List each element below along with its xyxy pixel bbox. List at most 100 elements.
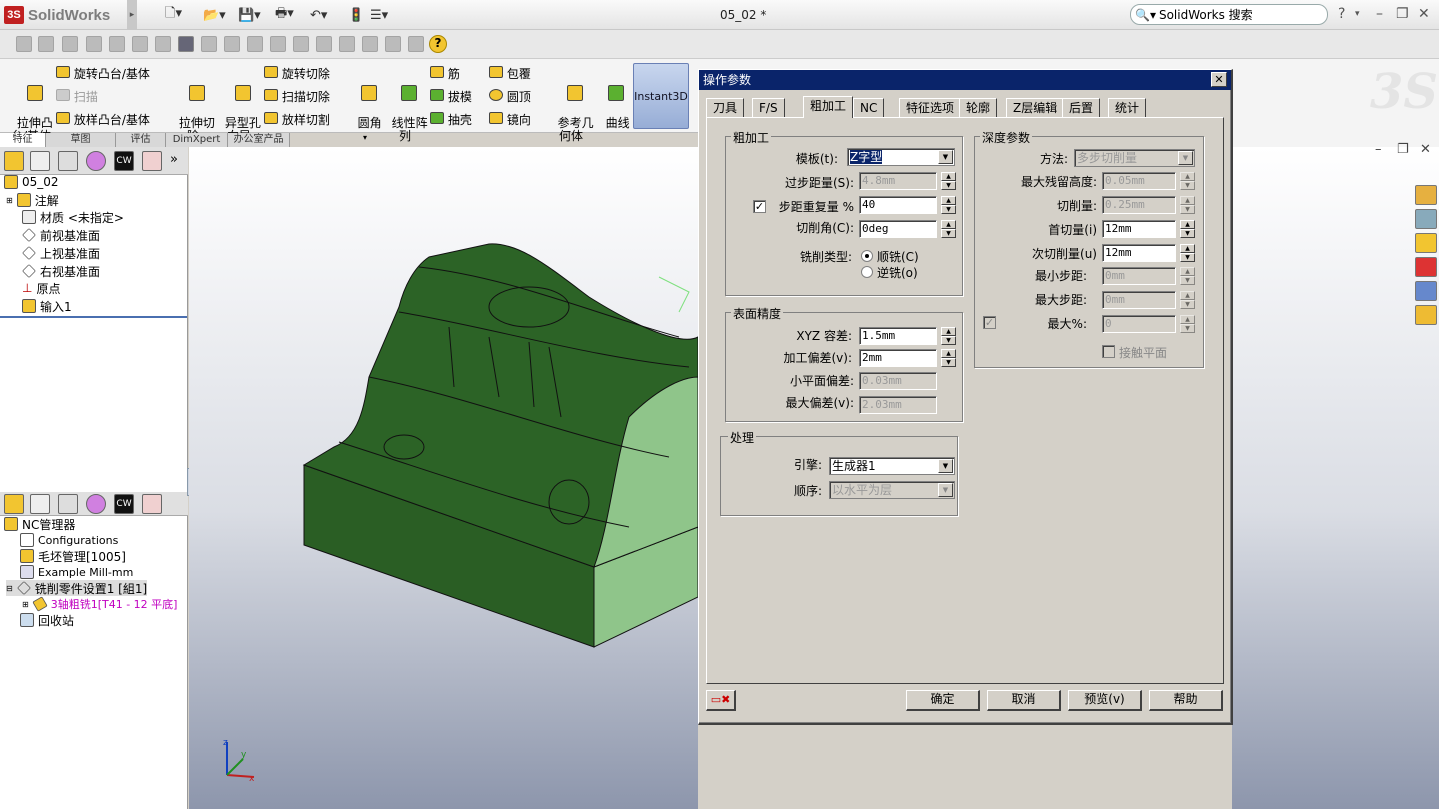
- nc-item-configurations[interactable]: Configurations: [20, 532, 118, 548]
- max-deviation-input[interactable]: 2.03mm: [859, 396, 937, 414]
- close-window-button[interactable]: ✕: [1418, 6, 1430, 22]
- xyz-tolerance-input[interactable]: 1.5mm: [859, 327, 937, 345]
- toolbar-tool-icon[interactable]: [178, 36, 194, 52]
- shell-button[interactable]: 抽壳: [430, 112, 472, 127]
- cut-amount-spinner[interactable]: ▲ ▼: [1180, 196, 1195, 214]
- toolbar-tool-icon[interactable]: [62, 36, 78, 52]
- sweep-button[interactable]: 扫描: [56, 89, 98, 104]
- reset-defaults-icon[interactable]: ▭✖: [706, 690, 736, 711]
- search-box[interactable]: 🔍▾ SolidWorks 搜索: [1130, 4, 1328, 25]
- nc-item-mill-part-setup[interactable]: ⊟ 铣削零件设置1 [組1]: [6, 580, 148, 596]
- design-library-icon[interactable]: [1415, 209, 1437, 229]
- minimize-window-button[interactable]: –: [1376, 6, 1383, 22]
- open-folder-icon[interactable]: 📂▾: [203, 5, 226, 25]
- tab-office-products[interactable]: 办公室产品: [228, 133, 290, 147]
- dialog-close-button[interactable]: ✕: [1211, 72, 1227, 87]
- new-document-icon[interactable]: 🗋▾: [165, 5, 182, 25]
- contact-plane-checkbox[interactable]: [1102, 345, 1115, 358]
- cut-amount-input[interactable]: 0.25mm: [1102, 196, 1176, 214]
- more-tabs-icon[interactable]: »: [170, 152, 178, 167]
- toolbar-tool-icon[interactable]: [293, 36, 309, 52]
- tree-item-import[interactable]: 输入1: [22, 298, 72, 314]
- tab-dimxpert[interactable]: DimXpert: [166, 133, 228, 147]
- nc-item-machine[interactable]: Example Mill-mm: [20, 564, 133, 580]
- loft-cut-button[interactable]: 放样切割: [264, 112, 330, 127]
- first-cut-input[interactable]: 12mm: [1102, 220, 1176, 238]
- revolve-boss-button[interactable]: 旋转凸台/基体: [56, 66, 150, 81]
- max-percent-input[interactable]: 0: [1102, 315, 1176, 333]
- graphics-viewport[interactable]: z x y: [189, 147, 698, 809]
- toolbar-tool-icon[interactable]: [339, 36, 355, 52]
- nc-item-stock[interactable]: 毛坯管理[1005]: [20, 548, 126, 564]
- sweep-cut-button[interactable]: 扫描切除: [264, 89, 330, 104]
- scallop-spinner[interactable]: ▲ ▼: [1180, 172, 1195, 190]
- graphics-viewport-right[interactable]: [1232, 147, 1439, 809]
- engine-select[interactable]: 生成器1 ▼: [829, 457, 955, 475]
- cam-tab-icon[interactable]: [142, 151, 162, 171]
- toolbar-tool-icon[interactable]: [109, 36, 125, 52]
- dome-button[interactable]: 圆顶: [489, 89, 531, 104]
- tree-item-front-plane[interactable]: 前视基准面: [22, 227, 100, 243]
- tab-profile[interactable]: 轮廓: [959, 98, 998, 117]
- toolbar-tool-icon[interactable]: [38, 36, 54, 52]
- toolbar-tool-icon[interactable]: [362, 36, 378, 52]
- cut-angle-spinner[interactable]: ▲ ▼: [941, 220, 956, 238]
- tree-item-top-plane[interactable]: 上视基准面: [22, 245, 100, 261]
- menu-expand-arrow-icon[interactable]: ▸: [127, 0, 137, 30]
- max-step-input[interactable]: 0mm: [1102, 291, 1176, 309]
- wrap-button[interactable]: 包覆: [489, 66, 531, 81]
- toolbar-tool-icon[interactable]: [270, 36, 286, 52]
- toolbar-tool-icon[interactable]: [132, 36, 148, 52]
- undo-icon[interactable]: ↶▾: [310, 5, 327, 25]
- toolbar-tool-icon[interactable]: [155, 36, 171, 52]
- cancel-button[interactable]: 取消: [987, 690, 1061, 711]
- revolve-cut-button[interactable]: 旋转切除: [264, 66, 330, 81]
- max-percent-spinner[interactable]: ▲ ▼: [1180, 315, 1195, 333]
- stepover-spinner[interactable]: ▲ ▼: [941, 172, 956, 190]
- toolbar-tool-icon[interactable]: [408, 36, 424, 52]
- tab-post[interactable]: 后置: [1062, 98, 1101, 117]
- help-question-icon[interactable]: ?: [429, 35, 447, 53]
- tab-statistics[interactable]: 统计: [1108, 98, 1147, 117]
- tab-feed-speed[interactable]: F/S: [752, 98, 785, 117]
- ok-button[interactable]: 确定: [906, 690, 980, 711]
- loft-boss-button[interactable]: 放样凸台/基体: [56, 112, 150, 127]
- mirror-button[interactable]: 镜向: [489, 112, 531, 127]
- help-button[interactable]: 帮助: [1149, 690, 1223, 711]
- camworks-tab-icon[interactable]: CW: [114, 151, 134, 171]
- tab-evaluate[interactable]: 评估: [116, 133, 166, 147]
- reference-geometry-button[interactable]: 参考几 何体: [550, 72, 594, 143]
- tree-item-right-plane[interactable]: 右视基准面: [22, 263, 100, 279]
- toolbar-tool-icon[interactable]: [316, 36, 332, 52]
- toolbar-tool-icon[interactable]: [16, 36, 32, 52]
- file-explorer-icon[interactable]: [1415, 233, 1437, 253]
- rebuild-traffic-light-icon[interactable]: 🚦: [348, 5, 364, 25]
- tab-sketch[interactable]: 草图: [46, 133, 116, 147]
- tree-item-material[interactable]: 材质 <未指定>: [22, 209, 124, 225]
- viewport-minimize-button[interactable]: –: [1375, 142, 1382, 157]
- toolbar-tool-icon[interactable]: [385, 36, 401, 52]
- save-icon[interactable]: 💾▾: [238, 5, 261, 25]
- cam-tab-icon[interactable]: [142, 494, 162, 514]
- climb-radio[interactable]: [861, 250, 873, 262]
- overlap-spinner[interactable]: ▲ ▼: [941, 196, 956, 214]
- max-percent-checkbox[interactable]: ✓: [983, 316, 996, 329]
- solidworks-logo[interactable]: 3S SolidWorks: [4, 4, 110, 26]
- help-menu-arrow-icon[interactable]: ▾: [1355, 9, 1360, 19]
- nc-item-recycle-bin[interactable]: 回收站: [20, 612, 74, 628]
- next-cut-spinner[interactable]: ▲ ▼: [1180, 244, 1195, 262]
- template-select[interactable]: Z字型 ▼: [847, 148, 955, 166]
- tab-tool[interactable]: 刀具: [706, 98, 745, 117]
- toolbar-tool-icon[interactable]: [86, 36, 102, 52]
- fillet-button[interactable]: 圆角 ▾: [350, 72, 382, 144]
- viewport-close-button[interactable]: ✕: [1420, 142, 1431, 157]
- instant3d-button[interactable]: Instant3D: [633, 63, 689, 129]
- tab-rough[interactable]: 粗加工: [803, 96, 854, 118]
- xyz-spinner[interactable]: ▲ ▼: [941, 327, 956, 345]
- toolbar-tool-icon[interactable]: [224, 36, 240, 52]
- property-tab-icon[interactable]: [30, 494, 50, 514]
- config-tab-icon[interactable]: [58, 151, 78, 171]
- tab-z-level-edit[interactable]: Z层编辑: [1006, 98, 1065, 117]
- tab-feature-options[interactable]: 特征选项: [899, 98, 962, 117]
- tree-item-origin[interactable]: ⊥ 原点: [22, 280, 60, 296]
